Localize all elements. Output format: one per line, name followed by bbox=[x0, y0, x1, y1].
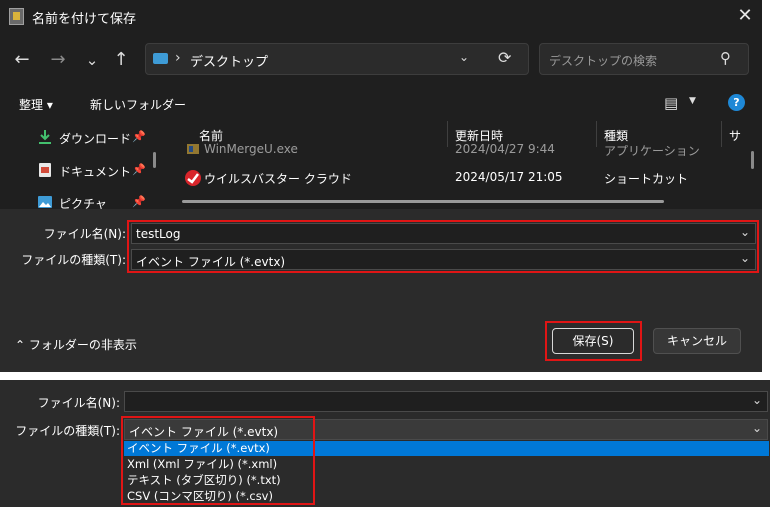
organize-menu-button[interactable]: 整理 ▾ bbox=[19, 96, 53, 113]
hide-folders-toggle[interactable]: ⌃ フォルダーの非表示 bbox=[15, 336, 137, 353]
app-icon bbox=[9, 8, 24, 25]
new-folder-button[interactable]: 新しいフォルダー bbox=[90, 96, 186, 113]
dialog-title: 名前を付けて保存 bbox=[32, 12, 137, 27]
file-date: 2024/04/27 9:44 bbox=[455, 142, 555, 156]
filename-input[interactable]: testLog bbox=[136, 227, 180, 241]
sort-ascending-icon: ^ bbox=[315, 121, 325, 128]
breadcrumb-desktop[interactable]: デスクトップ bbox=[190, 51, 268, 70]
command-bar: 整理 ▾ 新しいフォルダー ▤ ▼ ? bbox=[0, 86, 762, 120]
file-list-scrollbar[interactable] bbox=[751, 151, 754, 169]
desktop-folder-icon bbox=[153, 53, 168, 64]
file-name: WinMergeU.exe bbox=[204, 142, 298, 156]
chevron-down-icon[interactable]: ⌄ bbox=[740, 251, 750, 265]
save-options-pane: ファイル名(N): testLog ⌄ ファイルの種類(T): イベント ファイ… bbox=[0, 209, 762, 372]
chevron-down-icon[interactable]: ⌄ bbox=[752, 421, 762, 435]
pictures-icon bbox=[37, 194, 53, 209]
save-as-dialog: 名前を付けて保存 ✕ ← → ⌄ ↑ › デスクトップ ⌄ ⟳ デスクトップの検… bbox=[0, 0, 762, 372]
refresh-icon[interactable]: ⟳ bbox=[498, 48, 511, 67]
address-dropdown-icon[interactable]: ⌄ bbox=[459, 50, 469, 64]
dropdown-option-evtx[interactable]: イベント ファイル (*.evtx) bbox=[124, 441, 769, 456]
filetype-label: ファイルの種類(T): bbox=[15, 424, 120, 438]
pin-icon[interactable]: 📌 bbox=[132, 130, 146, 143]
filetype-selected-value[interactable]: イベント ファイル (*.evtx) bbox=[136, 253, 285, 270]
filename-label: ファイル名(N): bbox=[37, 396, 120, 410]
filename-field[interactable]: testLog ⌄ bbox=[131, 223, 756, 244]
nav-pane-scrollbar[interactable] bbox=[153, 152, 156, 168]
back-arrow-icon[interactable]: ← bbox=[9, 48, 35, 72]
file-row[interactable]: ウイルスバスター クラウド 2024/05/17 21:05 ショートカット bbox=[182, 166, 757, 190]
horizontal-scrollbar[interactable] bbox=[182, 200, 664, 203]
up-arrow-icon[interactable]: ↑ bbox=[108, 48, 134, 72]
filetype-select[interactable]: イベント ファイル (*.evtx) ⌄ bbox=[131, 249, 756, 270]
nav-item-label: ドキュメント bbox=[59, 165, 132, 179]
help-icon[interactable]: ? bbox=[728, 94, 745, 111]
forward-arrow-icon[interactable]: → bbox=[45, 48, 71, 72]
chevron-up-icon: ⌃ bbox=[15, 338, 26, 352]
address-bar[interactable]: › デスクトップ ⌄ ⟳ bbox=[145, 43, 529, 75]
file-type: ショートカット bbox=[604, 172, 689, 186]
search-input[interactable]: デスクトップの検索 bbox=[549, 52, 657, 69]
breadcrumb-separator-icon[interactable]: › bbox=[175, 50, 181, 66]
nav-item-label: ダウンロード bbox=[59, 132, 132, 146]
view-options-caret-icon[interactable]: ▼ bbox=[689, 96, 696, 106]
file-list: ^ 名前 更新日時 種類 サ WinMergeU.exe 2024/04/27 … bbox=[172, 121, 762, 209]
filename-field[interactable]: ⌄ bbox=[124, 391, 768, 412]
nav-item-pictures[interactable]: ピクチャ 📌 bbox=[37, 191, 157, 209]
cancel-button[interactable]: キャンセル bbox=[653, 328, 741, 354]
pin-icon[interactable]: 📌 bbox=[132, 163, 146, 176]
file-type: アプリケーション bbox=[604, 144, 700, 158]
filetype-dropdown-panel: ファイル名(N): ⌄ ファイルの種類(T): イベント ファイル (*.evt… bbox=[0, 380, 770, 507]
search-icon[interactable]: ⚲ bbox=[720, 49, 731, 67]
nav-item-documents[interactable]: ドキュメント 📌 bbox=[37, 159, 157, 185]
document-icon bbox=[37, 162, 53, 178]
dropdown-option-csv[interactable]: CSV (コンマ区切り) (*.csv) bbox=[124, 489, 769, 504]
navigation-pane: ダウンロード 📌 ドキュメント 📌 ピクチャ 📌 bbox=[0, 121, 160, 209]
close-button[interactable]: ✕ bbox=[732, 4, 758, 28]
view-options-icon[interactable]: ▤ bbox=[664, 94, 678, 112]
filename-label: ファイル名(N): bbox=[43, 227, 126, 241]
search-box[interactable]: デスクトップの検索 ⚲ bbox=[539, 43, 749, 75]
hide-folders-label: フォルダーの非表示 bbox=[28, 338, 137, 352]
dropdown-option-xml[interactable]: Xml (Xml ファイル) (*.xml) bbox=[124, 457, 769, 472]
filetype-select[interactable]: イベント ファイル (*.evtx) ⌄ bbox=[124, 419, 768, 440]
chevron-down-icon[interactable]: ⌄ bbox=[740, 225, 750, 239]
pin-icon[interactable]: 📌 bbox=[132, 195, 146, 208]
antivirus-shortcut-icon bbox=[184, 169, 202, 190]
filetype-selected-value[interactable]: イベント ファイル (*.evtx) bbox=[129, 423, 278, 440]
nav-item-downloads[interactable]: ダウンロード 📌 bbox=[37, 126, 157, 152]
recent-locations-chevron-icon[interactable]: ⌄ bbox=[79, 48, 105, 72]
download-icon bbox=[37, 129, 53, 145]
nav-item-label: ピクチャ bbox=[59, 197, 107, 209]
file-row[interactable]: WinMergeU.exe 2024/04/27 9:44 アプリケーション bbox=[182, 138, 757, 162]
file-date: 2024/05/17 21:05 bbox=[455, 170, 563, 184]
filetype-label: ファイルの種類(T): bbox=[21, 253, 126, 267]
dropdown-option-txt[interactable]: テキスト (タブ区切り) (*.txt) bbox=[124, 473, 769, 488]
title-bar: 名前を付けて保存 ✕ bbox=[0, 0, 762, 32]
winmerge-icon bbox=[186, 142, 200, 159]
save-button[interactable]: 保存(S) bbox=[552, 328, 634, 354]
file-name: ウイルスバスター クラウド bbox=[204, 172, 352, 186]
chevron-down-icon[interactable]: ⌄ bbox=[752, 393, 762, 407]
